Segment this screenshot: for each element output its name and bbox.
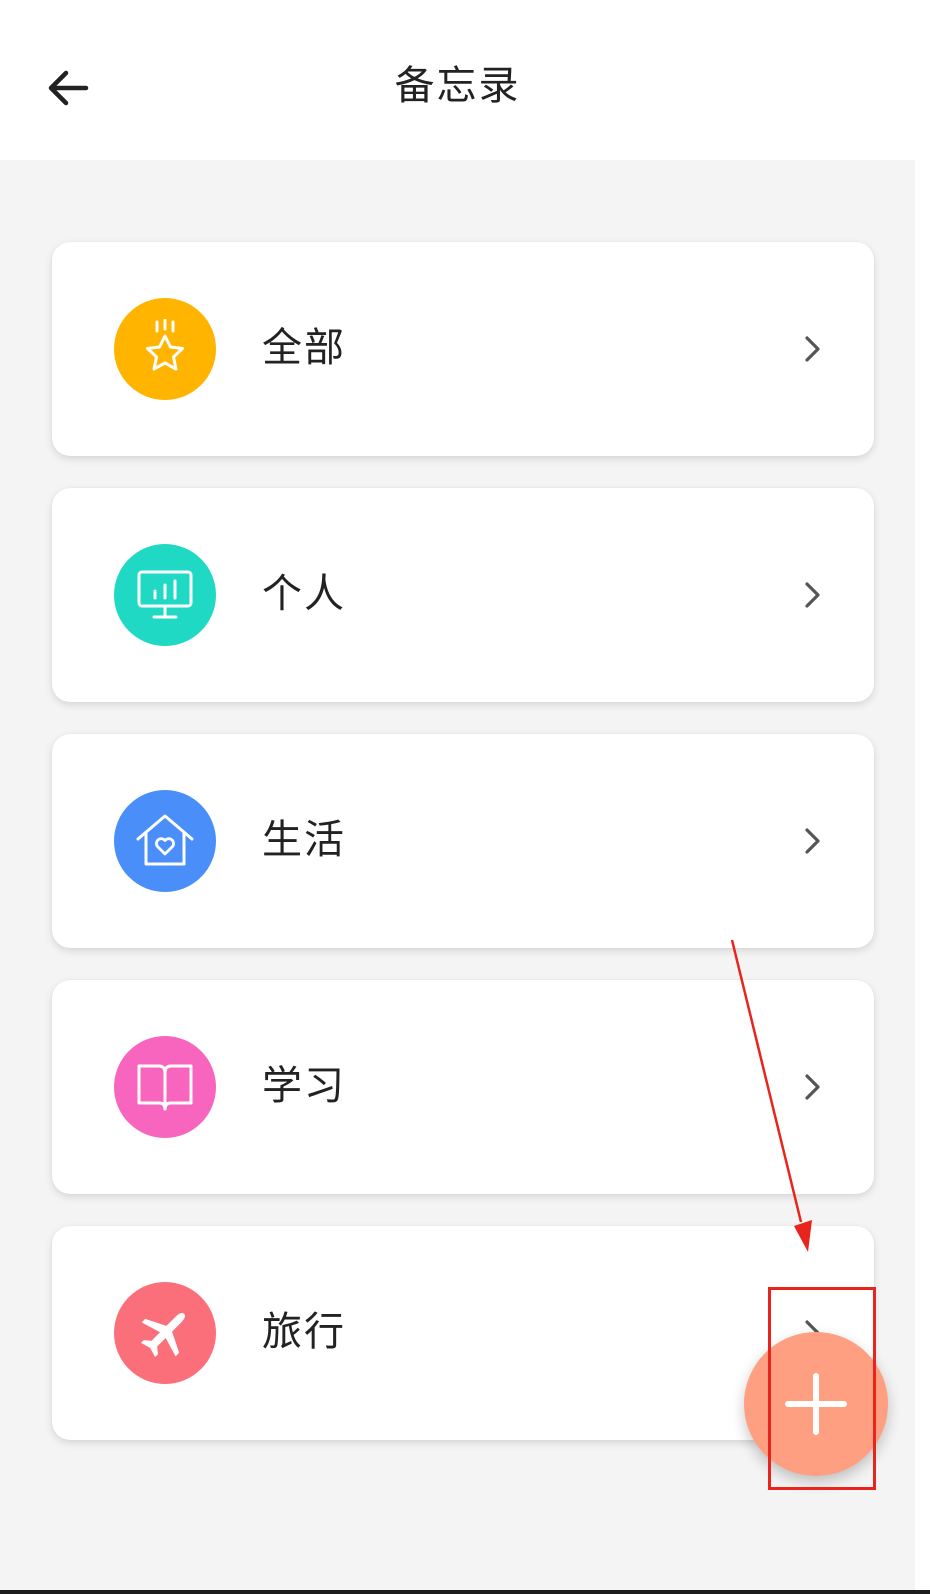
book-icon <box>137 1064 193 1111</box>
category-card-personal[interactable]: 个人 <box>52 488 874 702</box>
bottom-edge <box>0 1590 930 1594</box>
category-label: 生活 <box>262 817 346 863</box>
chevron-right-icon <box>792 821 832 861</box>
plus-icon <box>785 1373 847 1435</box>
category-label: 全部 <box>262 325 346 371</box>
star-icon <box>146 319 184 371</box>
category-label: 学习 <box>262 1063 346 1109</box>
chevron-right-icon <box>792 329 832 369</box>
category-icon-badge <box>114 298 216 400</box>
category-icon-badge <box>114 544 216 646</box>
category-card-study[interactable]: 学习 <box>52 980 874 1194</box>
chevron-right-icon <box>792 1067 832 1107</box>
category-icon-badge <box>114 1036 216 1138</box>
monitor-chart-icon <box>137 570 193 619</box>
header-bar: 备忘录 <box>0 0 915 160</box>
home-heart-icon <box>136 814 194 866</box>
category-list: 全部 个人 生活 学习 旅行 <box>52 242 874 1472</box>
category-label: 个人 <box>262 571 346 617</box>
category-card-life[interactable]: 生活 <box>52 734 874 948</box>
add-button[interactable] <box>744 1332 888 1476</box>
airplane-icon <box>140 1313 185 1358</box>
category-label: 旅行 <box>262 1309 346 1355</box>
category-icon-badge <box>114 790 216 892</box>
chevron-right-icon <box>792 575 832 615</box>
page-title: 备忘录 <box>394 63 521 109</box>
screen-edge <box>915 0 930 1594</box>
category-icon-badge <box>114 1282 216 1384</box>
category-card-all[interactable]: 全部 <box>52 242 874 456</box>
